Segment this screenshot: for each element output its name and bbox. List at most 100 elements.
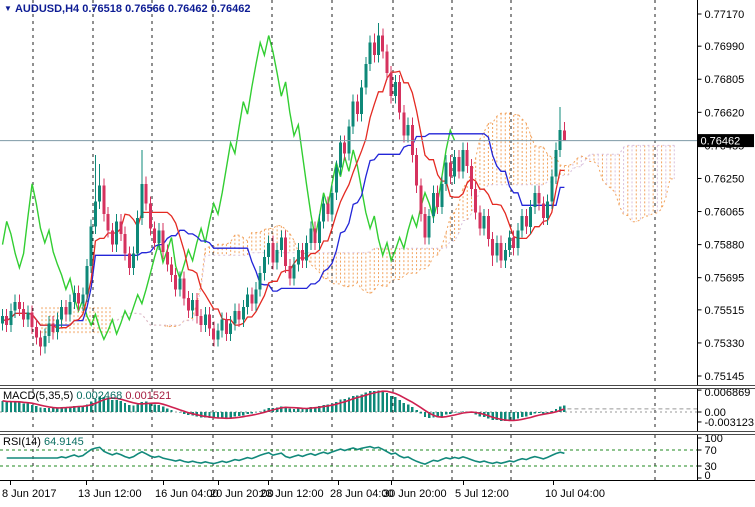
main-chart-panel[interactable]: 0.771700.769900.768050.766200.764350.762… bbox=[0, 0, 755, 385]
main-chart-canvas[interactable]: 0.771700.769900.768050.766200.764350.762… bbox=[0, 0, 755, 385]
candle bbox=[516, 230, 519, 248]
axis-tick-label: 0.76805 bbox=[705, 74, 745, 86]
candle bbox=[187, 298, 190, 311]
axis-tick-label: 100 bbox=[705, 435, 723, 445]
price-tag: 0.76462 bbox=[698, 134, 755, 147]
candle bbox=[508, 238, 511, 251]
axis-tick-label: 0.75880 bbox=[705, 240, 745, 252]
candle bbox=[542, 204, 545, 218]
candle bbox=[178, 279, 181, 290]
candle bbox=[309, 229, 312, 243]
candle bbox=[411, 125, 414, 155]
candle bbox=[140, 184, 143, 218]
candle bbox=[559, 130, 562, 150]
candle bbox=[521, 216, 524, 230]
candle bbox=[22, 309, 25, 320]
candle bbox=[500, 243, 503, 261]
candle bbox=[436, 193, 439, 207]
axis-tick-label: -0.003123 bbox=[705, 417, 755, 429]
axis-tick-label: 0.76462 bbox=[701, 136, 741, 148]
time-axis-label: 5 Jul 12:00 bbox=[455, 488, 509, 500]
candle bbox=[491, 239, 494, 255]
candle bbox=[73, 293, 76, 302]
candle bbox=[335, 168, 338, 193]
candle bbox=[204, 314, 207, 325]
candle bbox=[94, 202, 97, 227]
axis-tick-label: 70 bbox=[705, 445, 717, 457]
axis-tick-label: 0.75515 bbox=[705, 305, 745, 317]
candle bbox=[119, 221, 122, 234]
rsi-panel[interactable]: 10070300 bbox=[0, 435, 755, 480]
candle bbox=[200, 316, 203, 325]
candle bbox=[183, 279, 186, 299]
candle bbox=[166, 252, 169, 264]
ohlc-readout: 0.76518 0.76566 0.76462 0.76462 bbox=[82, 3, 250, 15]
time-axis-label: 13 Jun 12:00 bbox=[78, 488, 142, 500]
candle bbox=[221, 320, 224, 331]
candle bbox=[563, 131, 566, 141]
rsi-label-box: RSI(14) 64.9145 bbox=[3, 436, 84, 448]
time-axis[interactable]: 8 Jun 201713 Jun 12:0016 Jun 04:0020 Jun… bbox=[0, 480, 755, 507]
candle bbox=[39, 338, 42, 347]
candle bbox=[18, 302, 21, 309]
candle bbox=[284, 238, 287, 267]
axis-tick-label: 0.006869 bbox=[705, 389, 751, 399]
candle bbox=[162, 230, 165, 252]
low-value: 0.76462 bbox=[168, 3, 208, 15]
macd-label-box: MACD(5,35,5) 0.002468 0.001521 bbox=[3, 390, 171, 402]
candle bbox=[546, 202, 549, 218]
candle bbox=[440, 184, 443, 207]
candle bbox=[276, 250, 279, 263]
candle bbox=[483, 216, 486, 229]
candle bbox=[267, 243, 270, 257]
candle bbox=[195, 300, 198, 316]
candle bbox=[364, 64, 367, 87]
candle bbox=[297, 250, 300, 264]
candle bbox=[149, 204, 152, 229]
candle bbox=[373, 43, 376, 56]
candle bbox=[512, 238, 515, 249]
macd-main-value: 0.002468 bbox=[76, 390, 122, 402]
candle bbox=[339, 143, 342, 168]
candle bbox=[102, 186, 105, 215]
candle bbox=[305, 243, 308, 261]
time-axis-label: 8 Jun 2017 bbox=[2, 488, 56, 500]
candle bbox=[35, 327, 38, 338]
candle bbox=[301, 250, 304, 261]
candle bbox=[9, 311, 12, 325]
time-tick bbox=[163, 481, 164, 485]
candle bbox=[81, 295, 84, 304]
rsi-canvas[interactable]: 10070300 bbox=[0, 435, 755, 480]
candle bbox=[377, 36, 380, 56]
candle bbox=[369, 43, 372, 65]
candle bbox=[326, 204, 329, 215]
candle bbox=[525, 216, 528, 227]
candle bbox=[432, 193, 435, 216]
candle bbox=[238, 311, 241, 320]
macd-label: MACD(5,35,5) bbox=[3, 390, 73, 402]
axis-tick-label: 0.76065 bbox=[705, 207, 745, 219]
candle bbox=[343, 143, 346, 154]
candle bbox=[322, 204, 325, 222]
candle bbox=[352, 102, 355, 127]
candle bbox=[174, 275, 177, 289]
time-tick bbox=[218, 481, 219, 485]
high-value: 0.76566 bbox=[125, 3, 165, 15]
candle bbox=[191, 300, 194, 311]
candle bbox=[212, 329, 215, 340]
candle bbox=[293, 264, 296, 278]
candle bbox=[487, 216, 490, 239]
candle bbox=[318, 221, 321, 243]
candle bbox=[157, 230, 160, 243]
axis-tick-label: 0.76990 bbox=[705, 41, 745, 53]
candle bbox=[115, 221, 118, 244]
mt4-chart-window: ▼ AUDUSD,H4 0.76518 0.76566 0.76462 0.76… bbox=[0, 0, 755, 507]
time-axis-label: 23 Jun 12:00 bbox=[260, 488, 324, 500]
candle bbox=[31, 313, 34, 327]
candle bbox=[43, 336, 46, 347]
time-axis-label: 10 Jul 04:00 bbox=[545, 488, 605, 500]
candle bbox=[555, 150, 558, 177]
candle bbox=[407, 125, 410, 136]
candle bbox=[529, 207, 532, 227]
candle bbox=[14, 302, 17, 311]
